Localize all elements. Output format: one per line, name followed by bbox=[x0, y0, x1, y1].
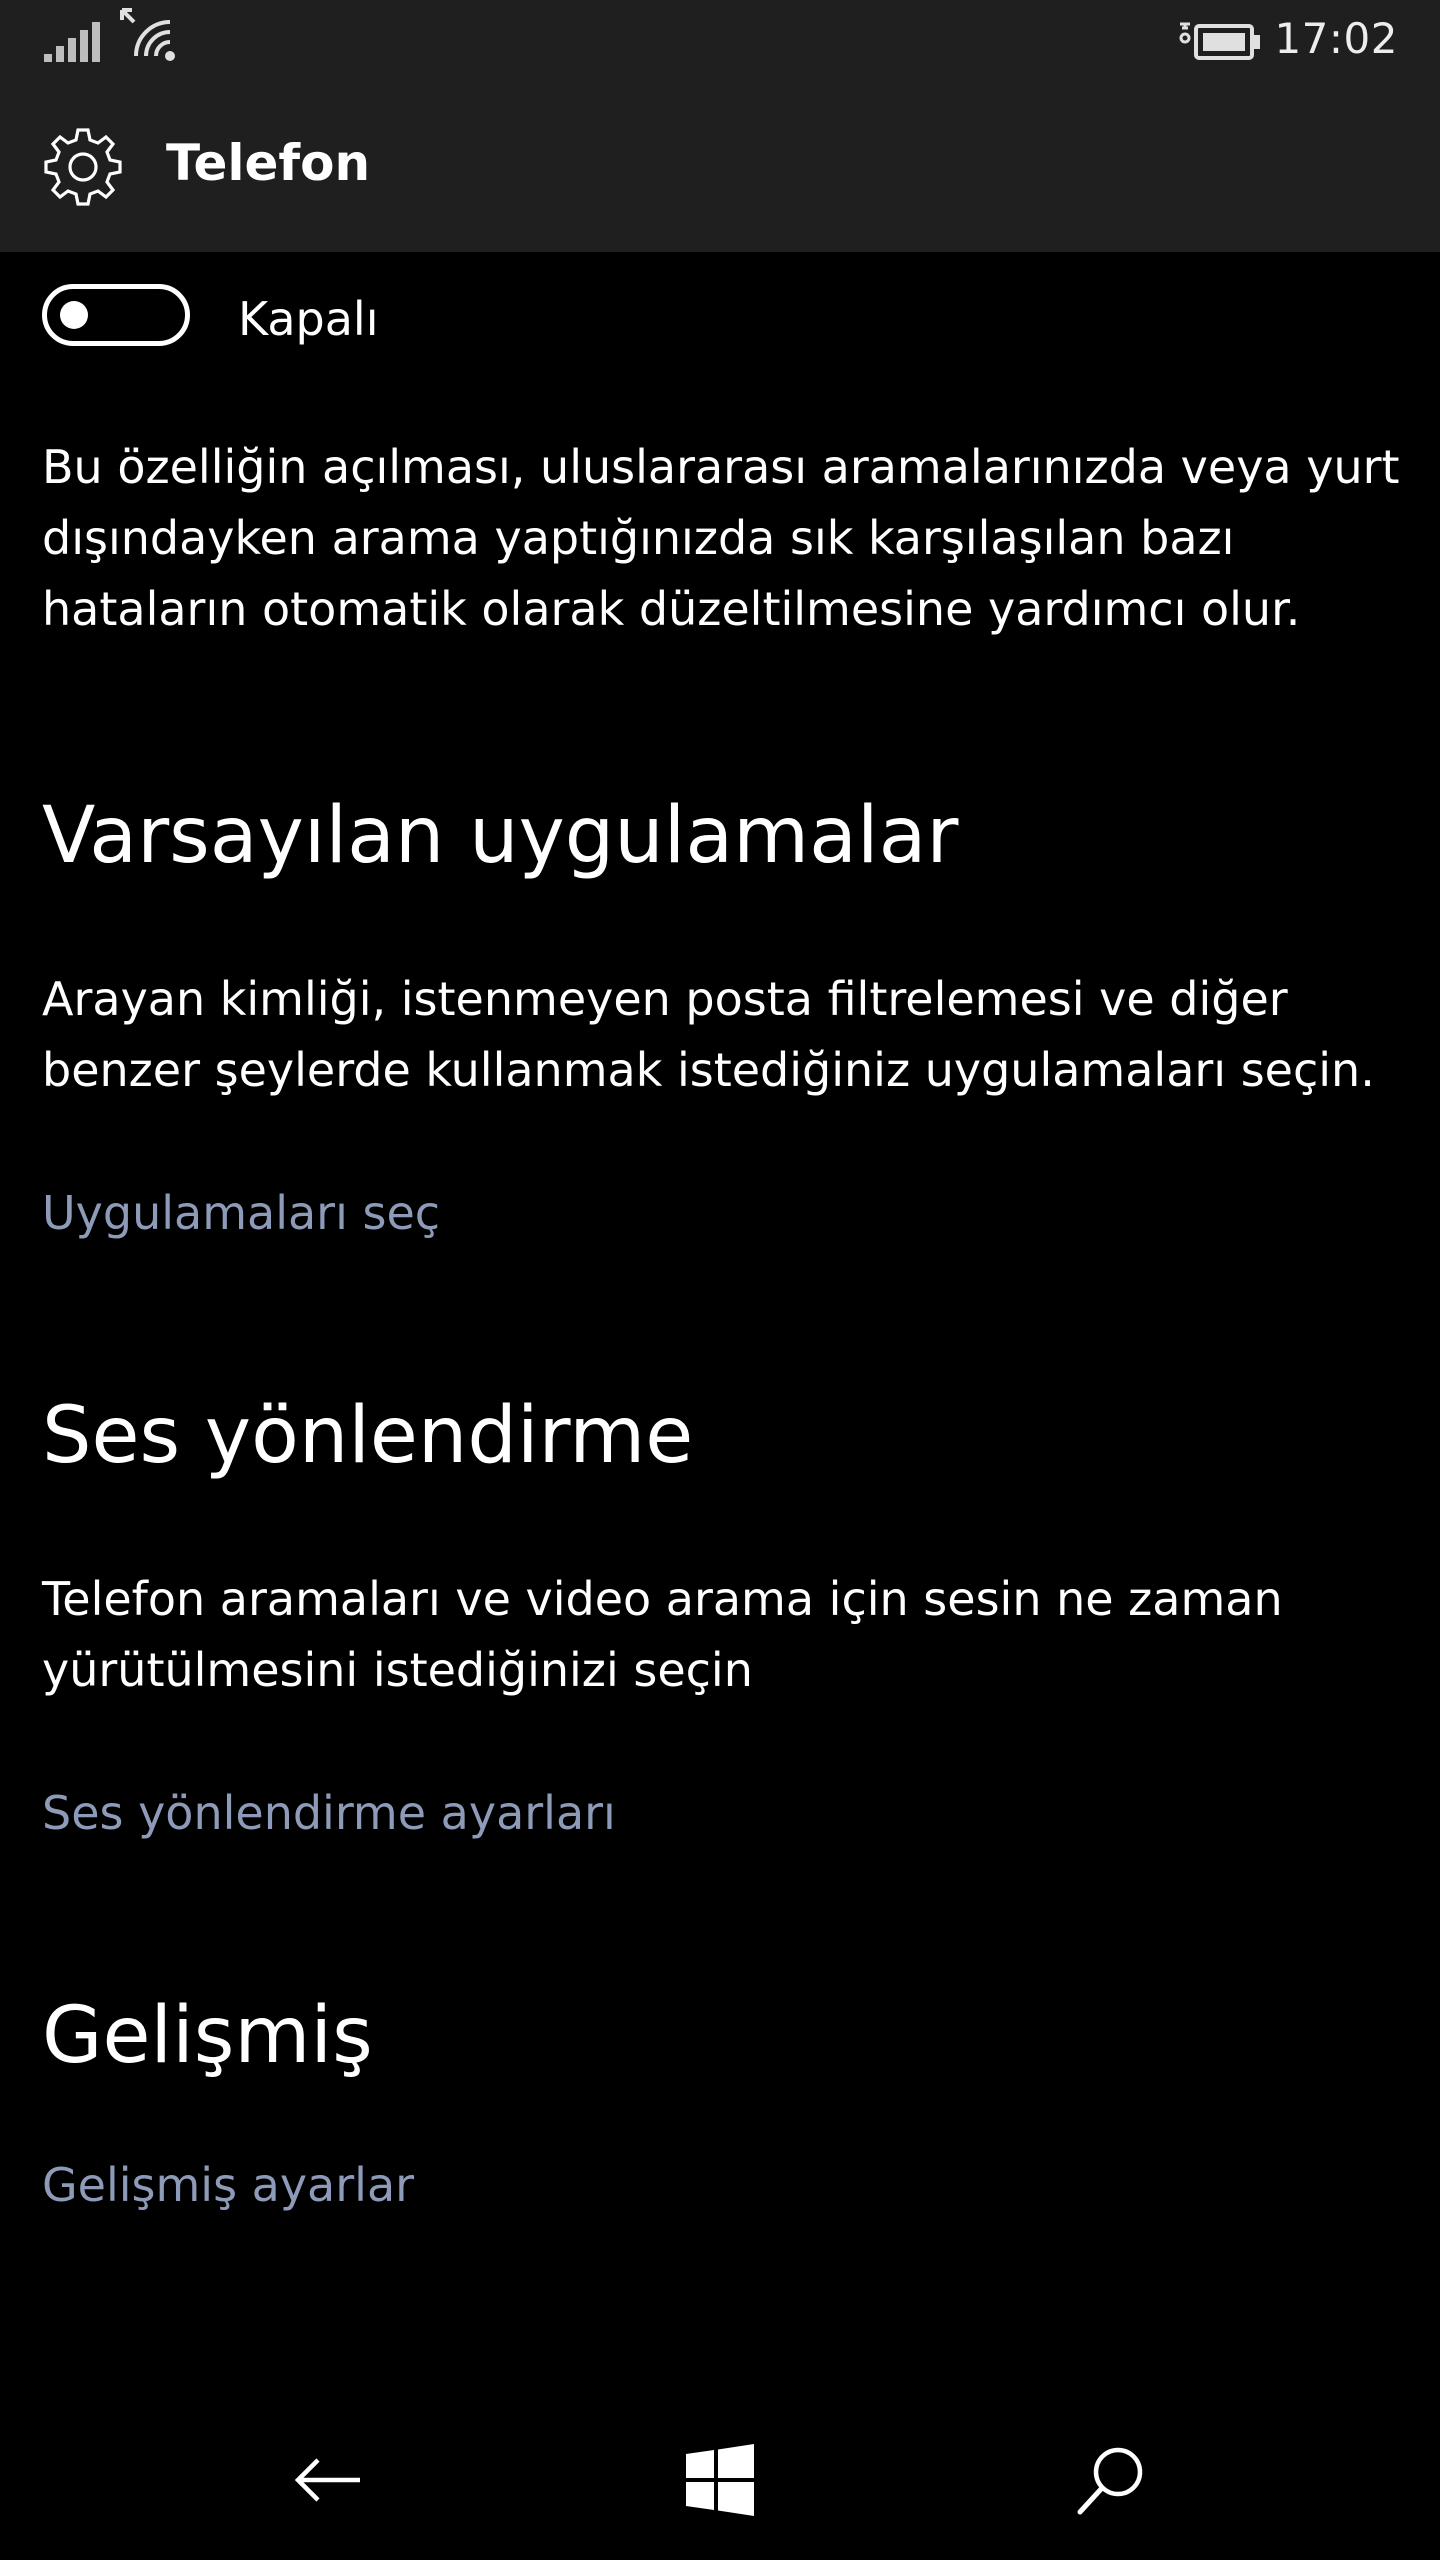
section-heading-default-apps: Varsayılan uygulamalar bbox=[42, 791, 959, 881]
advanced-settings-link[interactable]: Gelişmiş ayarlar bbox=[42, 2158, 414, 2212]
wifi-icon bbox=[120, 8, 175, 61]
audio-routing-description: Telefon aramaları ve video arama için se… bbox=[42, 1572, 1283, 1697]
navigation-bar bbox=[0, 2400, 1440, 2560]
status-bar: 17:02 bbox=[0, 0, 1440, 84]
toggle-description: Bu özelliğin açılması, uluslararası aram… bbox=[42, 440, 1400, 636]
audio-routing-settings-link[interactable]: Ses yönlendirme ayarları bbox=[42, 1786, 616, 1840]
gear-icon bbox=[44, 128, 122, 206]
search-icon[interactable] bbox=[1072, 2440, 1152, 2520]
toggle-label: Kapalı bbox=[238, 292, 379, 346]
choose-apps-link[interactable]: Uygulamaları seç bbox=[42, 1186, 440, 1240]
toggle-switch[interactable] bbox=[42, 284, 190, 346]
windows-start-icon[interactable] bbox=[680, 2440, 760, 2520]
title-bar: Telefon bbox=[0, 84, 1440, 252]
section-heading-advanced: Gelişmiş bbox=[42, 1991, 373, 2081]
section-heading-audio-routing: Ses yönlendirme bbox=[42, 1391, 694, 1481]
toggle-row: Kapalı bbox=[42, 280, 642, 356]
status-time: 17:02 bbox=[1274, 14, 1398, 63]
back-arrow-icon[interactable] bbox=[288, 2440, 368, 2520]
battery-icon bbox=[1179, 22, 1260, 60]
signal-icon bbox=[44, 22, 100, 62]
toggle-knob bbox=[60, 301, 88, 329]
page-title: Telefon bbox=[166, 134, 371, 192]
default-apps-description: Arayan kimliği, istenmeyen posta filtrel… bbox=[42, 972, 1375, 1097]
